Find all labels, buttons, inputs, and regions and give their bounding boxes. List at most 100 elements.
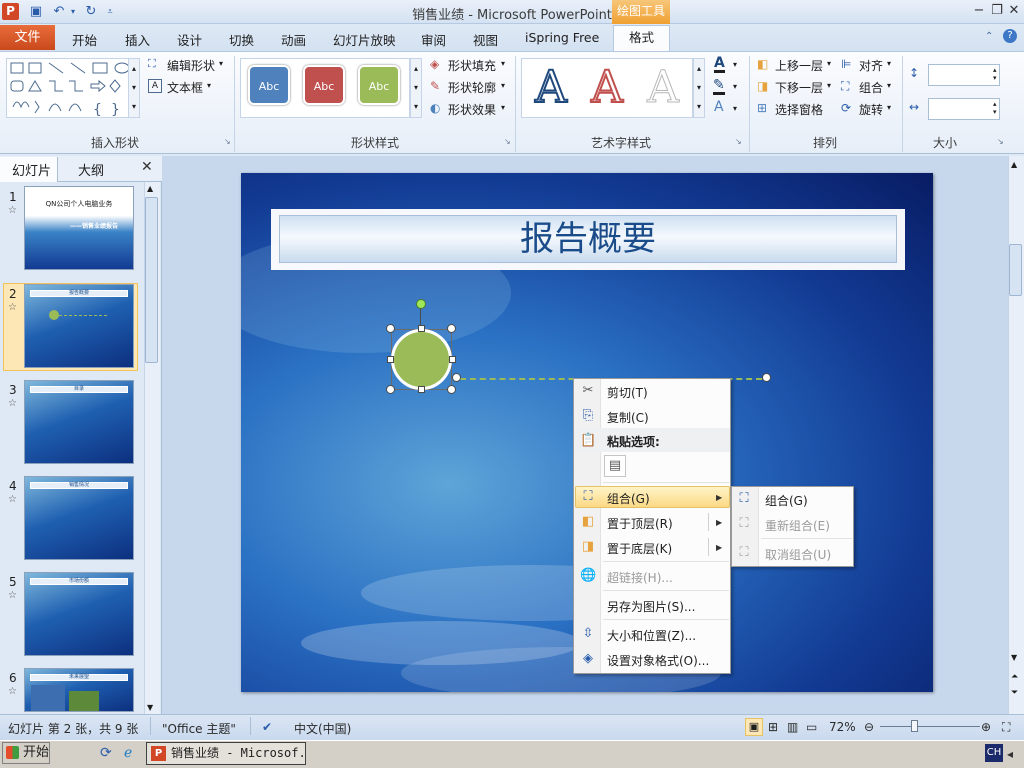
tab-slides[interactable]: 幻灯片: [12, 160, 51, 179]
slide-thumbnail[interactable]: 销售情况: [24, 476, 134, 560]
text-fill-icon[interactable]: A: [714, 56, 725, 73]
green-circle-shape[interactable]: [391, 329, 452, 390]
slide-thumbnail[interactable]: 市场份额: [24, 572, 134, 656]
send-backward-dropdown-icon[interactable]: ▾: [827, 81, 831, 90]
tab-insert[interactable]: 插入: [125, 30, 150, 49]
main-scrollbar[interactable]: [1008, 156, 1024, 714]
resize-handle[interactable]: [386, 385, 395, 394]
menu-item-group[interactable]: 组合(G): [607, 490, 650, 507]
wordart-gallery-scroll[interactable]: ▴ ▾ ▾: [693, 58, 705, 118]
tab-file[interactable]: 文件: [0, 25, 55, 50]
close-window-icon[interactable]: ✕: [1005, 2, 1023, 20]
resize-handle[interactable]: [447, 324, 456, 333]
main-scroll-down-icon[interactable]: ▼: [1011, 653, 1017, 662]
resize-handle[interactable]: [418, 325, 425, 332]
shape-styles-launcher-icon[interactable]: ↘: [504, 137, 511, 146]
edit-shape-button[interactable]: 编辑形状: [167, 57, 215, 74]
submenu-item-group[interactable]: 组合(G): [765, 492, 808, 509]
scroll-down-icon[interactable]: ▼: [147, 703, 153, 712]
resize-handle[interactable]: [447, 385, 456, 394]
slide-thumbnail-selected[interactable]: 报告概要: [24, 284, 134, 368]
tab-outline[interactable]: 大纲: [78, 160, 104, 179]
previous-slide-icon[interactable]: ⏶: [1011, 672, 1018, 682]
shape-styles-scroll[interactable]: ▴ ▾ ▾: [410, 58, 422, 118]
group-objects-button[interactable]: 组合: [859, 79, 883, 96]
tab-ispring[interactable]: iSpring Free: [525, 30, 599, 45]
help-icon[interactable]: ?: [1003, 29, 1017, 43]
tab-home[interactable]: 开始: [72, 30, 97, 49]
shape-width-spinner[interactable]: ▴ ▾: [993, 100, 997, 116]
line-endpoint-handle[interactable]: [452, 373, 461, 382]
text-box-button[interactable]: 文本框: [167, 79, 203, 96]
slides-panel-scroll-thumb[interactable]: [145, 197, 158, 363]
shape-outline-button[interactable]: 形状轮廓: [448, 79, 496, 96]
slide-thumbnail[interactable]: 未来展望: [24, 668, 134, 712]
next-slide-icon[interactable]: ⏷: [1011, 688, 1018, 698]
tab-view[interactable]: 视图: [473, 30, 498, 49]
text-outline-dropdown-icon[interactable]: ▾: [733, 82, 737, 91]
send-backward-button[interactable]: 下移一层: [775, 79, 823, 96]
rotation-handle[interactable]: [416, 299, 426, 309]
bring-forward-dropdown-icon[interactable]: ▾: [827, 59, 831, 68]
align-button[interactable]: 对齐: [859, 57, 883, 74]
tab-design[interactable]: 设计: [177, 30, 202, 49]
paste-keep-source-icon[interactable]: ▤: [604, 455, 626, 477]
tab-animations[interactable]: 动画: [281, 30, 306, 49]
text-outline-icon[interactable]: ✎: [713, 78, 725, 95]
align-dropdown-icon[interactable]: ▾: [887, 59, 891, 68]
submenu-item-ungroup[interactable]: 取消组合(U): [765, 546, 831, 563]
wordart-style-outline[interactable]: A: [526, 63, 576, 113]
edit-shape-dropdown-icon[interactable]: ▾: [219, 59, 223, 68]
menu-item-bring-to-front[interactable]: 置于顶层(R): [607, 515, 673, 532]
rotate-dropdown-icon[interactable]: ▾: [887, 103, 891, 112]
menu-item-send-to-back[interactable]: 置于底层(K): [607, 540, 672, 557]
shapes-gallery-scroll[interactable]: ▴ ▾ ▾: [128, 58, 140, 118]
shape-outline-dropdown-icon[interactable]: ▾: [501, 81, 505, 90]
tab-review[interactable]: 审阅: [421, 30, 446, 49]
fit-to-window-icon[interactable]: ⛶: [1002, 720, 1010, 735]
zoom-in-icon[interactable]: ⊕: [981, 720, 991, 734]
slide-thumbnail[interactable]: QN公司个人电脑业务 ——销售业绩报告: [24, 186, 134, 270]
text-box-dropdown-icon[interactable]: ▾: [207, 81, 211, 90]
spell-check-icon[interactable]: ✔: [262, 720, 272, 734]
text-effects-icon[interactable]: A: [714, 100, 724, 114]
scroll-up-icon[interactable]: ▲: [147, 184, 153, 193]
close-panel-icon[interactable]: ✕: [141, 159, 153, 175]
shape-fill-button[interactable]: 形状填充: [448, 57, 496, 74]
shape-style-blue[interactable]: Abc: [248, 65, 290, 105]
submenu-arrow-icon[interactable]: ▶: [716, 543, 722, 552]
shape-height-input[interactable]: [928, 64, 1000, 86]
main-scroll-up-icon[interactable]: ▲: [1011, 160, 1017, 169]
ime-indicator[interactable]: CH: [985, 744, 1003, 762]
text-fill-dropdown-icon[interactable]: ▾: [733, 60, 737, 69]
resize-handle[interactable]: [387, 356, 394, 363]
taskbar-powerpoint-button[interactable]: 销售业绩 - Microsof...: [146, 742, 306, 765]
submenu-item-regroup[interactable]: 重新组合(E): [765, 517, 830, 534]
theme-status[interactable]: "Office 主题": [162, 720, 236, 737]
shapes-gallery[interactable]: { }: [6, 58, 136, 118]
text-effects-dropdown-icon[interactable]: ▾: [733, 104, 737, 113]
zoom-level[interactable]: 72%: [829, 720, 856, 734]
wordart-style-light[interactable]: A: [638, 63, 688, 112]
slide-sorter-icon[interactable]: ⊞: [768, 720, 778, 734]
minimize-icon[interactable]: −: [970, 2, 988, 20]
menu-item-copy[interactable]: 复制(C): [607, 409, 649, 426]
shape-style-red[interactable]: Abc: [303, 65, 345, 105]
insert-shapes-launcher-icon[interactable]: ↘: [224, 137, 231, 146]
internet-explorer-icon[interactable]: ℯ: [124, 745, 132, 761]
shape-style-green[interactable]: Abc: [358, 65, 400, 105]
tab-transitions[interactable]: 切换: [229, 30, 254, 49]
restore-icon[interactable]: ❐: [988, 2, 1006, 20]
tab-format[interactable]: 格式: [613, 25, 670, 52]
wordart-launcher-icon[interactable]: ↘: [735, 137, 742, 146]
resize-handle[interactable]: [418, 386, 425, 393]
slide-title[interactable]: 报告概要: [279, 215, 897, 263]
tab-slideshow[interactable]: 幻灯片放映: [333, 30, 396, 49]
menu-item-format-object[interactable]: 设置对象格式(O)...: [607, 652, 709, 669]
size-launcher-icon[interactable]: ↘: [997, 137, 1004, 146]
slideshow-view-icon[interactable]: ▭: [806, 720, 817, 734]
wordart-style-red[interactable]: A: [582, 63, 632, 113]
slide-thumbnail[interactable]: 目录: [24, 380, 134, 464]
submenu-arrow-icon[interactable]: ▶: [716, 518, 722, 527]
shape-fill-dropdown-icon[interactable]: ▾: [501, 59, 505, 68]
